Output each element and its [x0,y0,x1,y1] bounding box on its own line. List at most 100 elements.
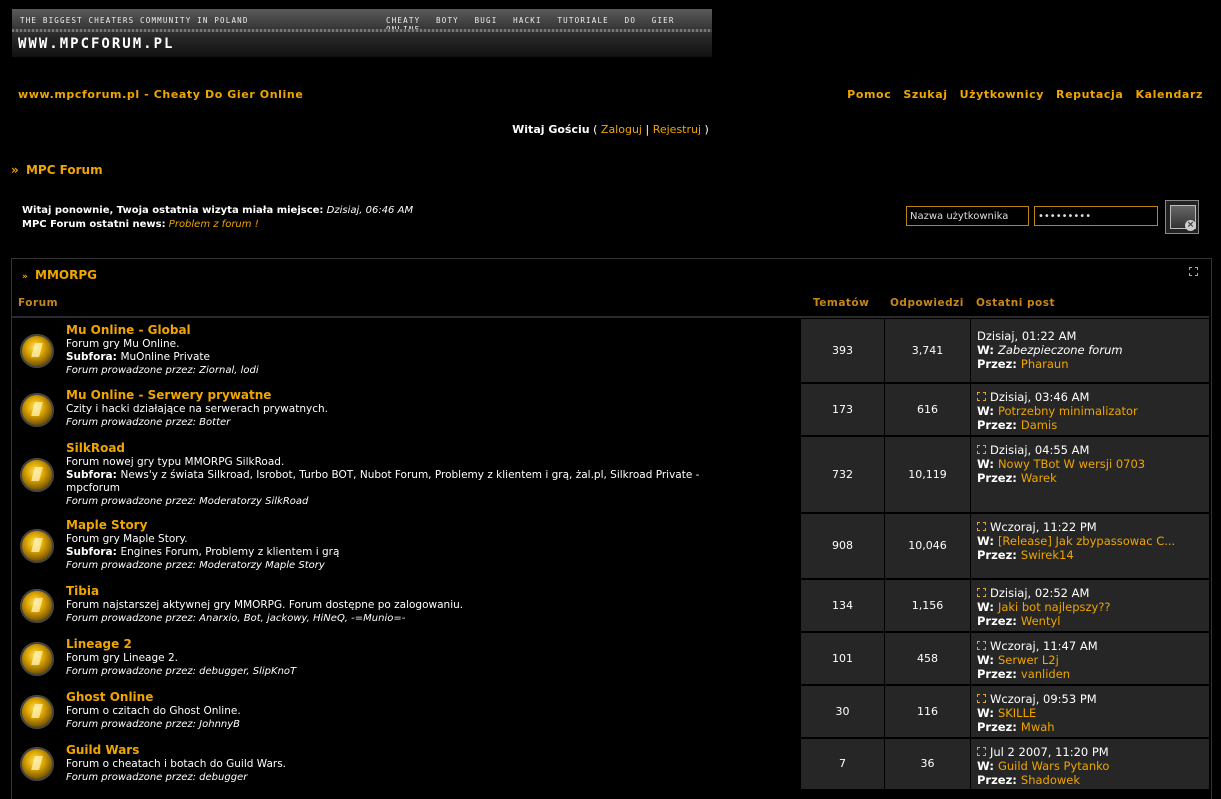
news-link[interactable]: Problem z forum ! [169,219,259,230]
nav-members[interactable]: Użytkownicy [960,88,1044,101]
last-post-cell: Wczoraj, 11:47 AM W: Serwer L2j Przez: van… [971,633,1209,684]
forum-moderators: Forum prowadzone przez: debugger [66,772,247,783]
last-post-author-link[interactable]: Mwah [1021,720,1055,734]
subforum-links[interactable]: News'y z świata Silkroad, Isrobot, Turbo… [66,469,699,494]
subforum-links[interactable]: Engines Forum, Problemy z klientem i grą [120,546,339,558]
site-banner: The biggest cheaters community in Poland… [12,9,712,57]
nav-reputation[interactable]: Reputacja [1056,88,1123,101]
moderators-names[interactable]: Moderatorzy Maple Story [199,560,325,571]
last-post-author-link[interactable]: vanliden [1021,667,1070,681]
last-post-topic-link[interactable]: Serwer L2j [998,653,1059,667]
paren-close: ) [704,123,709,136]
forum-moderators: Forum prowadzone przez: Botter [66,417,230,428]
last-post-cell: Wczoraj, 09:53 PM W: SKILLE Przez: Mwah [971,686,1209,737]
username-field[interactable] [906,206,1029,226]
go-to-last-post-icon[interactable] [977,522,986,531]
moderators-label: Forum prowadzone przez: [66,417,200,428]
last-post-date: Wczoraj, 09:53 PM [990,692,1097,706]
by-label: Przez: [977,357,1021,371]
col-last-post: Ostatni post [976,297,1056,309]
moderators-names[interactable]: JohnnyB [199,719,240,730]
forum-title-link[interactable]: Guild Wars [66,743,139,757]
site-logo[interactable]: WWW.MPCFORUM.PL [18,36,174,52]
moderators-names[interactable]: Ziornal, lodi [199,365,258,376]
moderators-names[interactable]: debugger, SlipKnoT [199,666,296,677]
last-post-date-line: Dzisiaj, 02:52 AM [977,586,1111,600]
topics-cell: 101 [801,633,884,684]
nav-help[interactable]: Pomoc [847,88,891,101]
site-home-link[interactable]: www.mpcforum.pl - Cheaty Do Gier Online [18,88,303,101]
category-title[interactable]: » MMORPG [22,268,97,282]
password-field[interactable] [1034,206,1158,226]
last-post-date-line: Wczoraj, 09:53 PM [977,692,1097,706]
forum-status-icon [20,529,54,563]
topics-count: 7 [839,757,846,770]
nav-search[interactable]: Szukaj [903,88,947,101]
last-visit-value: Dzisiaj, 06:46 AM [326,205,414,216]
last-post-author-link[interactable]: Pharaun [1021,357,1069,371]
forum-title-link[interactable]: Tibia [66,584,99,598]
login-link[interactable]: Zaloguj [601,123,642,136]
last-post-cell: Jul 2 2007, 11:20 PM W: Guild Wars Pytank… [971,739,1209,789]
register-link[interactable]: Rejestruj [653,123,701,136]
last-post-topic-link[interactable]: SKILLE [998,706,1036,720]
subforum-label: Subfora: [66,351,121,363]
last-post-topic-link[interactable]: Zabezpieczone forum [998,343,1123,357]
forum-info-cell: Maple Story Forum gry Maple Story. Subfora… [12,514,800,578]
moderators-names[interactable]: Moderatorzy SilkRoad [199,496,308,507]
collapse-icon[interactable] [1189,267,1198,276]
login-submit-button[interactable]: × [1165,200,1199,234]
moderators-names[interactable]: debugger [199,772,247,783]
topics-cell: 732 [801,437,884,512]
last-post-author-link[interactable]: Damis [1021,418,1057,432]
last-post-topic-line: W: Serwer L2j [977,653,1098,667]
last-post-topic-line: W: Zabezpieczone forum [977,343,1123,357]
last-post-author-link[interactable]: Swirek14 [1021,548,1074,562]
nav-calendar[interactable]: Kalendarz [1135,88,1203,101]
go-to-last-post-icon[interactable] [977,445,986,454]
last-post-author-link[interactable]: Shadowek [1021,773,1080,787]
go-to-last-post-icon[interactable] [977,588,986,597]
subforum-links[interactable]: MuOnline Private [120,351,210,363]
moderators-names[interactable]: Anarxio, Bot, jackowy, HiNeQ, -=Munio=- [199,613,405,624]
replies-cell: 116 [885,686,970,737]
forum-title-link[interactable]: Lineage 2 [66,637,132,651]
last-post-author-link[interactable]: Warek [1021,471,1057,485]
go-to-last-post-icon[interactable] [977,694,986,703]
last-post-info: Jul 2 2007, 11:20 PM W: Guild Wars Pytank… [977,745,1109,787]
last-post-topic-link[interactable]: [Release] Jak zbypassowac C... [998,534,1175,548]
in-label: W: [977,653,998,667]
last-post-topic-link[interactable]: Guild Wars Pytanko [998,759,1109,773]
close-icon: × [1185,220,1196,231]
forum-title-link[interactable]: Ghost Online [66,690,153,704]
breadcrumb-home[interactable]: MPC Forum [26,163,103,177]
last-post-topic-line: W: Potrzebny minimalizator [977,404,1138,418]
by-label: Przez: [977,720,1021,734]
go-to-last-post-icon[interactable] [977,641,986,650]
last-post-date-line: Dzisiaj, 01:22 AM [977,329,1123,343]
category-name[interactable]: MMORPG [35,268,97,282]
last-post-topic-link[interactable]: Nowy TBot W wersji 0703 [998,457,1145,471]
last-post-topic-line: W: Nowy TBot W wersji 0703 [977,457,1145,471]
forum-status-icon [20,642,54,676]
last-post-info: Dzisiaj, 01:22 AM W: Zabezpieczone forum P… [977,329,1123,371]
last-post-author-link[interactable]: Wentyl [1021,614,1061,628]
last-post-topic-link[interactable]: Potrzebny minimalizator [998,404,1138,418]
moderators-names[interactable]: Botter [199,417,230,428]
in-label: W: [977,404,998,418]
go-to-last-post-icon[interactable] [977,747,986,756]
welcome-bar: Witaj Gościu ( Zaloguj | Rejestruj ) [0,123,1221,136]
go-to-last-post-icon[interactable] [977,392,986,401]
forum-description: Forum gry Mu Online. [66,338,180,350]
forum-row: Tibia Forum najstarszej aktywnej gry MMOR… [12,580,1209,633]
forum-title-link[interactable]: Maple Story [66,518,147,532]
last-post-info: Dzisiaj, 04:55 AM W: Nowy TBot W wersji 0… [977,443,1145,485]
forum-title-link[interactable]: Mu Online - Global [66,323,191,337]
forum-title-link[interactable]: SilkRoad [66,441,125,455]
last-post-date: Jul 2 2007, 11:20 PM [990,745,1109,759]
in-label: W: [977,534,998,548]
forum-title-link[interactable]: Mu Online - Serwery prywatne [66,388,271,402]
last-post-author-line: Przez: Pharaun [977,357,1123,371]
last-post-topic-link[interactable]: Jaki bot najlepszy?? [998,600,1111,614]
by-label: Przez: [977,614,1021,628]
